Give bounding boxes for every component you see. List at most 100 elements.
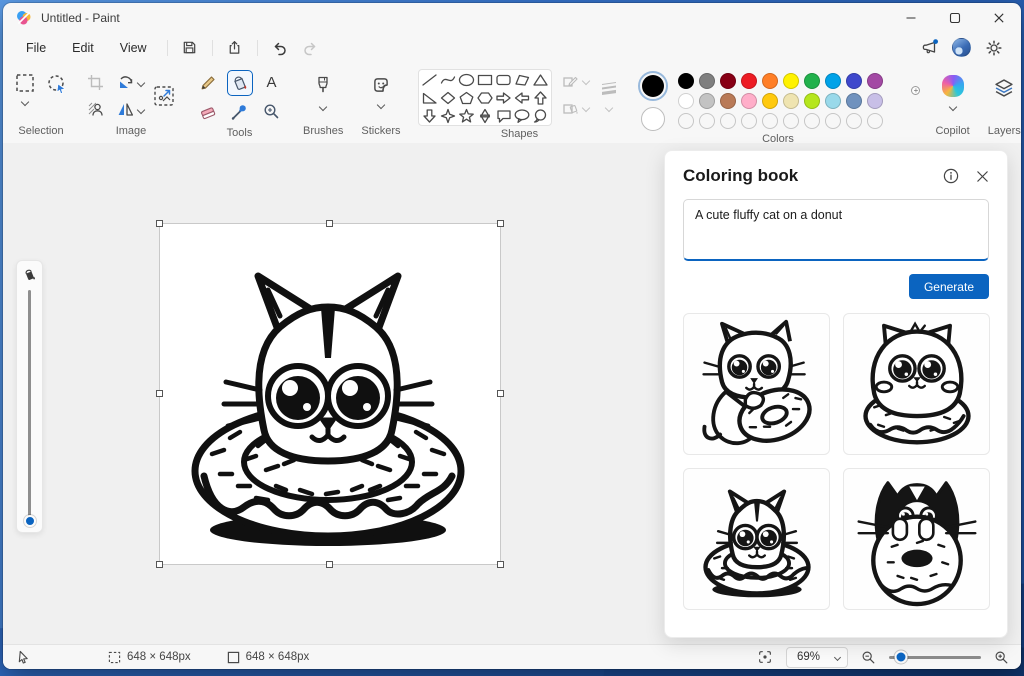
tolerance-slider-thumb[interactable] [23, 515, 36, 527]
layers-button[interactable] [993, 77, 1015, 99]
selection-handle[interactable] [156, 390, 163, 397]
stickers-button[interactable] [371, 75, 391, 95]
eyedropper-tool[interactable] [230, 102, 249, 121]
empty-color-slot[interactable] [741, 113, 758, 129]
color-swatch[interactable] [783, 73, 800, 89]
zoom-in-button[interactable] [994, 650, 1009, 665]
save-button[interactable] [175, 36, 205, 60]
canvas[interactable] [156, 220, 504, 568]
account-avatar[interactable] [952, 38, 971, 57]
rotate-tool[interactable] [116, 73, 135, 92]
fill-tool-selected[interactable] [226, 69, 253, 96]
empty-color-slot[interactable] [846, 113, 863, 129]
color-swatch[interactable] [741, 93, 758, 109]
close-button[interactable] [977, 3, 1021, 33]
selection-handle[interactable] [326, 220, 333, 227]
zoom-slider-thumb[interactable] [894, 650, 908, 664]
brushes-button[interactable] [313, 75, 333, 97]
empty-color-slot[interactable] [678, 113, 695, 129]
shape-fill-button[interactable] [561, 99, 579, 117]
zoom-slider[interactable] [889, 650, 981, 664]
result-thumbnail-cat-hugging-donut[interactable] [683, 313, 830, 455]
selection-handle[interactable] [497, 220, 504, 227]
size-button[interactable] [598, 77, 620, 97]
remove-background-tool[interactable] [86, 100, 105, 119]
color-swatch[interactable] [699, 73, 716, 89]
redo-button[interactable] [295, 36, 325, 60]
result-thumbnail-fluffy-cat-on-donut[interactable] [843, 313, 990, 455]
share-button[interactable] [220, 36, 250, 60]
color-swatch[interactable] [720, 93, 737, 109]
color-swatch[interactable] [867, 73, 884, 89]
color-swatch[interactable] [825, 73, 842, 89]
color-swatch[interactable] [699, 93, 716, 109]
selection-handle[interactable] [497, 561, 504, 568]
shape-outline-button[interactable] [561, 72, 579, 90]
info-button[interactable] [943, 168, 959, 184]
zoom-out-button[interactable] [861, 650, 876, 665]
brushes-dropdown-chevron-icon[interactable] [318, 102, 328, 112]
flip-tool[interactable] [116, 100, 135, 119]
shape-fill-chevron-icon[interactable] [582, 103, 591, 113]
resize-image-button[interactable] [152, 84, 176, 108]
empty-color-slot[interactable] [720, 113, 737, 129]
color-swatch[interactable] [846, 93, 863, 109]
prompt-input[interactable]: A cute fluffy cat on a donut [683, 199, 989, 261]
minimize-button[interactable] [889, 3, 933, 33]
empty-color-slot[interactable] [762, 113, 779, 129]
color-swatch[interactable] [867, 93, 884, 109]
empty-color-slot[interactable] [825, 113, 842, 129]
undo-button[interactable] [265, 36, 295, 60]
crop-tool[interactable] [86, 73, 105, 92]
empty-color-slot[interactable] [699, 113, 716, 129]
fit-to-screen-button[interactable] [757, 649, 773, 665]
selection-handle[interactable] [326, 561, 333, 568]
menu-view[interactable]: View [107, 37, 160, 59]
shape-outline-chevron-icon[interactable] [582, 76, 591, 86]
eraser-tool[interactable] [198, 102, 218, 122]
rotate-dropdown-chevron-icon[interactable] [136, 78, 146, 87]
menu-file[interactable]: File [13, 37, 59, 59]
color-swatch[interactable] [720, 73, 737, 89]
zoom-level-select[interactable]: 69% [786, 646, 848, 668]
color2-swatch[interactable] [641, 107, 666, 131]
empty-color-slot[interactable] [867, 113, 884, 129]
empty-color-slot[interactable] [783, 113, 800, 129]
flip-dropdown-chevron-icon[interactable] [136, 105, 146, 114]
selection-handle[interactable] [156, 561, 163, 568]
color-swatch[interactable] [804, 73, 821, 89]
shapes-gallery[interactable] [418, 69, 553, 126]
color-swatch[interactable] [783, 93, 800, 109]
color1-selected-swatch[interactable] [638, 71, 669, 101]
stickers-dropdown-chevron-icon[interactable] [376, 100, 386, 110]
color-swatch[interactable] [762, 93, 779, 109]
size-chevron-icon[interactable] [605, 103, 614, 113]
rect-select-tool[interactable] [14, 72, 36, 94]
selection-handle[interactable] [156, 220, 163, 227]
magnifier-tool[interactable] [262, 102, 281, 121]
settings-button[interactable] [979, 36, 1009, 60]
color-swatch[interactable] [678, 73, 695, 89]
color-swatch[interactable] [762, 73, 779, 89]
color-swatch[interactable] [678, 93, 695, 109]
empty-color-slot[interactable] [804, 113, 821, 129]
tolerance-slider[interactable] [23, 290, 36, 527]
pencil-tool[interactable] [198, 73, 218, 93]
copilot-dropdown-chevron-icon[interactable] [948, 102, 957, 112]
color-swatch[interactable] [741, 73, 758, 89]
panel-close-button[interactable] [976, 170, 989, 183]
result-thumbnail-tuxedo-cat-behind-donut[interactable] [843, 468, 990, 610]
color-swatch[interactable] [825, 93, 842, 109]
generate-button[interactable]: Generate [908, 274, 989, 299]
free-select-tool[interactable] [46, 73, 68, 95]
edit-colors-button[interactable]: + [893, 86, 921, 113]
result-thumbnail-striped-cat-in-donut[interactable] [683, 468, 830, 610]
color-swatch[interactable] [846, 73, 863, 89]
maximize-button[interactable] [933, 3, 977, 33]
color-swatch[interactable] [804, 93, 821, 109]
menu-edit[interactable]: Edit [59, 37, 107, 59]
copilot-icon[interactable] [941, 75, 964, 97]
announcements-button[interactable] [914, 36, 944, 60]
selection-dropdown-chevron-icon[interactable] [20, 97, 30, 107]
selection-handle[interactable] [497, 390, 504, 397]
